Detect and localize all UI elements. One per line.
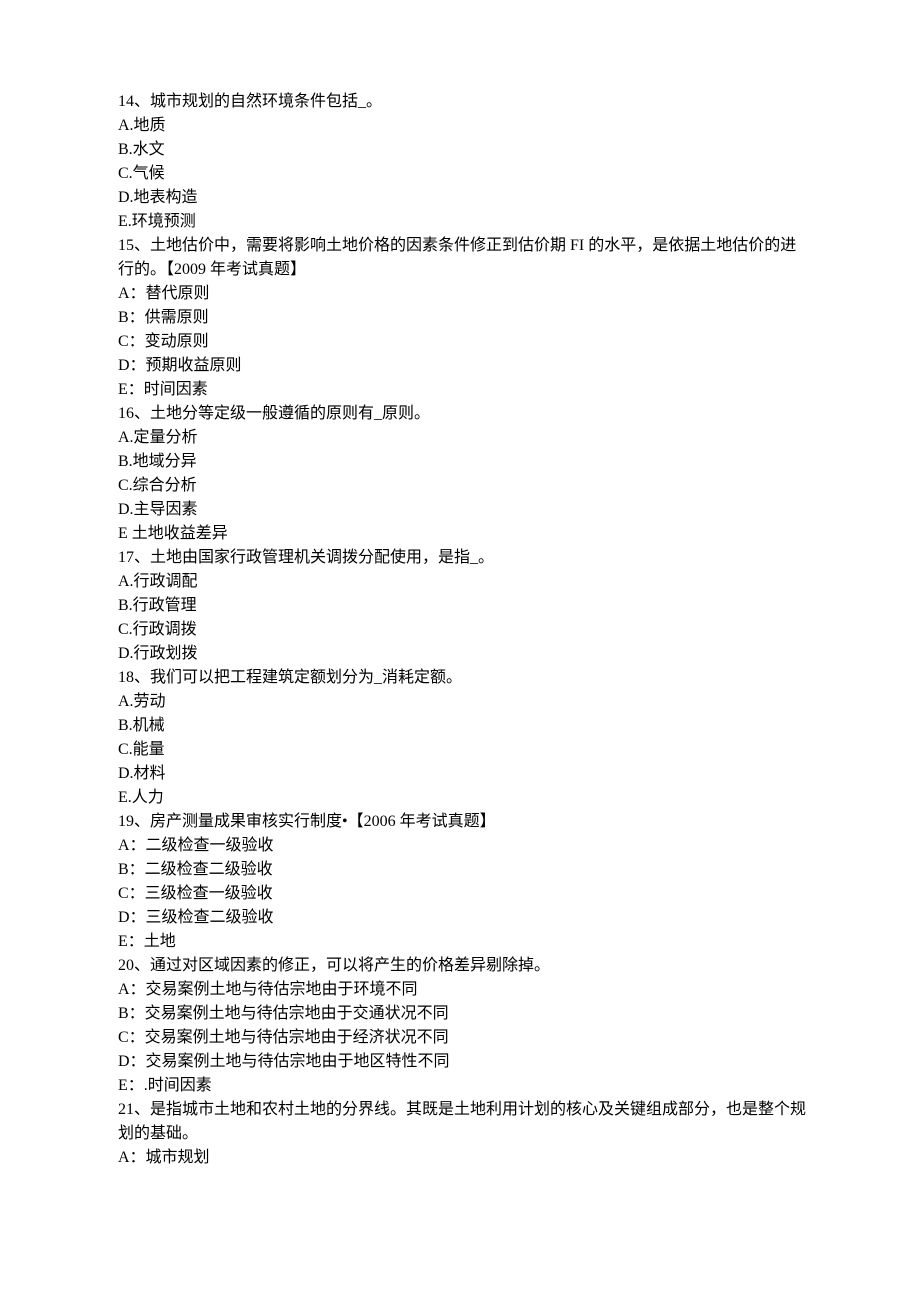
option-b: B：二级检查二级验收 xyxy=(118,858,810,882)
question-16: 16、土地分等定级一般遵循的原则有_原则。 A.定量分析 B.地域分异 C.综合… xyxy=(118,402,810,546)
option-e: E：.时间因素 xyxy=(118,1074,810,1098)
question-number: 21、 xyxy=(118,1101,150,1118)
question-stem: 17、土地由国家行政管理机关调拨分配使用，是指_。 xyxy=(118,546,810,570)
question-number: 19、 xyxy=(118,813,150,830)
option-b: B.地域分异 xyxy=(118,450,810,474)
option-e: E.环境预测 xyxy=(118,210,810,234)
option-c: C.综合分析 xyxy=(118,474,810,498)
question-number: 20、 xyxy=(118,957,150,974)
question-18: 18、我们可以把工程建筑定额划分为_消耗定额。 A.劳动 B.机械 C.能量 D… xyxy=(118,666,810,810)
option-a: A：交易案例土地与待估宗地由于环境不同 xyxy=(118,978,810,1002)
option-c: C.能量 xyxy=(118,738,810,762)
option-d: D：三级检查二级验收 xyxy=(118,906,810,930)
option-c: C.气候 xyxy=(118,162,810,186)
option-d: D.主导因素 xyxy=(118,498,810,522)
option-c: C：交易案例土地与待估宗地由于经济状况不同 xyxy=(118,1026,810,1050)
option-a: A.定量分析 xyxy=(118,426,810,450)
question-text: 土地由国家行政管理机关调拨分配使用，是指_。 xyxy=(150,549,494,566)
question-17: 17、土地由国家行政管理机关调拨分配使用，是指_。 A.行政调配 B.行政管理 … xyxy=(118,546,810,666)
option-c: C.行政调拨 xyxy=(118,618,810,642)
option-d: D.材料 xyxy=(118,762,810,786)
option-c: C：变动原则 xyxy=(118,330,810,354)
question-number: 17、 xyxy=(118,549,150,566)
option-b: B.机械 xyxy=(118,714,810,738)
option-a: A：城市规划 xyxy=(118,1146,810,1170)
option-d: D.行政划拨 xyxy=(118,642,810,666)
option-d: D：交易案例土地与待估宗地由于地区特性不同 xyxy=(118,1050,810,1074)
question-21: 21、是指城市土地和农村土地的分界线。其既是土地利用计划的核心及关键组成部分，也… xyxy=(118,1098,810,1170)
option-a: A.地质 xyxy=(118,114,810,138)
option-d: D.地表构造 xyxy=(118,186,810,210)
option-e: E.人力 xyxy=(118,786,810,810)
option-d: D：预期收益原则 xyxy=(118,354,810,378)
option-a: A.行政调配 xyxy=(118,570,810,594)
question-text: 土地估价中，需要将影响土地价格的因素条件修正到估价期 FI 的水平，是依据土地估… xyxy=(118,237,796,278)
question-20: 20、通过对区域因素的修正，可以将产生的价格差异剔除掉。 A：交易案例土地与待估… xyxy=(118,954,810,1098)
question-number: 15、 xyxy=(118,237,150,254)
option-e: E：土地 xyxy=(118,930,810,954)
question-stem: 20、通过对区域因素的修正，可以将产生的价格差异剔除掉。 xyxy=(118,954,810,978)
question-text: 通过对区域因素的修正，可以将产生的价格差异剔除掉。 xyxy=(150,957,550,974)
question-15: 15、土地估价中，需要将影响土地价格的因素条件修正到估价期 FI 的水平，是依据… xyxy=(118,234,810,402)
question-19: 19、房产测量成果审核实行制度•【2006 年考试真题】 A：二级检查一级验收 … xyxy=(118,810,810,954)
question-text: 城市规划的自然环境条件包括_。 xyxy=(150,93,382,110)
question-text: 房产测量成果审核实行制度•【2006 年考试真题】 xyxy=(150,813,496,830)
question-stem: 16、土地分等定级一般遵循的原则有_原则。 xyxy=(118,402,810,426)
question-stem: 18、我们可以把工程建筑定额划分为_消耗定额。 xyxy=(118,666,810,690)
option-a: A：替代原则 xyxy=(118,282,810,306)
option-e: E 土地收益差异 xyxy=(118,522,810,546)
option-a: A.劳动 xyxy=(118,690,810,714)
option-a: A：二级检查一级验收 xyxy=(118,834,810,858)
option-e: E：时间因素 xyxy=(118,378,810,402)
question-number: 18、 xyxy=(118,669,150,686)
option-c: C：三级检查一级验收 xyxy=(118,882,810,906)
question-stem: 15、土地估价中，需要将影响土地价格的因素条件修正到估价期 FI 的水平，是依据… xyxy=(118,234,810,282)
question-text: 土地分等定级一般遵循的原则有_原则。 xyxy=(150,405,430,422)
question-text: 是指城市土地和农村土地的分界线。其既是土地利用计划的核心及关键组成部分，也是整个… xyxy=(118,1101,806,1142)
question-stem: 21、是指城市土地和农村土地的分界线。其既是土地利用计划的核心及关键组成部分，也… xyxy=(118,1098,810,1146)
option-b: B.水文 xyxy=(118,138,810,162)
question-stem: 14、城市规划的自然环境条件包括_。 xyxy=(118,90,810,114)
option-b: B：交易案例土地与待估宗地由于交通状况不同 xyxy=(118,1002,810,1026)
question-stem: 19、房产测量成果审核实行制度•【2006 年考试真题】 xyxy=(118,810,810,834)
exam-document: 14、城市规划的自然环境条件包括_。 A.地质 B.水文 C.气候 D.地表构造… xyxy=(118,90,810,1170)
option-b: B.行政管理 xyxy=(118,594,810,618)
question-number: 14、 xyxy=(118,93,150,110)
question-number: 16、 xyxy=(118,405,150,422)
option-b: B：供需原则 xyxy=(118,306,810,330)
question-14: 14、城市规划的自然环境条件包括_。 A.地质 B.水文 C.气候 D.地表构造… xyxy=(118,90,810,234)
question-text: 我们可以把工程建筑定额划分为_消耗定额。 xyxy=(150,669,462,686)
